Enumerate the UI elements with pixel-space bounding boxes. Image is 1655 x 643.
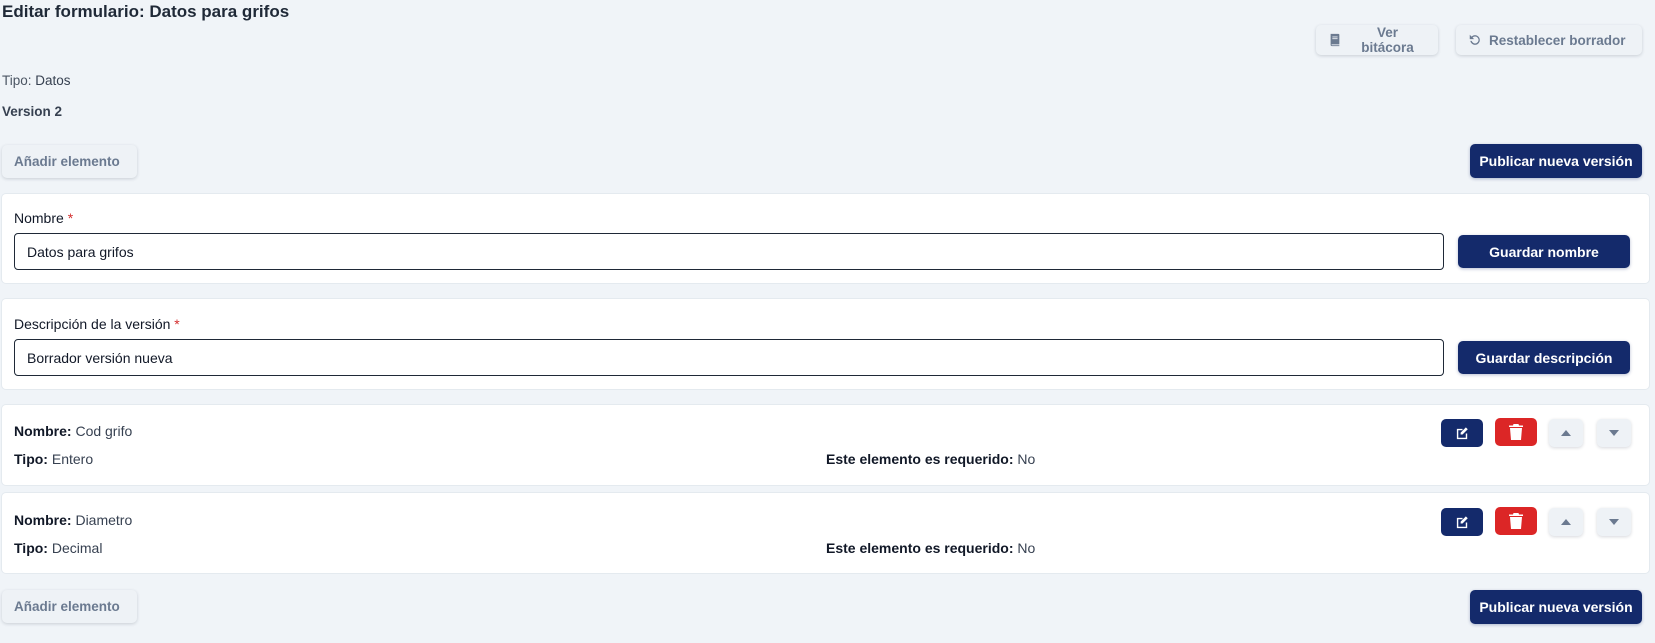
delete-element-button[interactable] bbox=[1495, 418, 1537, 446]
add-element-label: Añadir elemento bbox=[14, 154, 120, 169]
edit-element-button[interactable] bbox=[1441, 508, 1483, 536]
name-field-label: Nombre * bbox=[14, 210, 73, 226]
reset-draft-button[interactable]: Restablecer borrador bbox=[1456, 25, 1642, 55]
trash-icon bbox=[1509, 424, 1523, 440]
required-mark: * bbox=[67, 210, 74, 226]
element-name-label: Nombre: bbox=[14, 512, 72, 528]
name-card: Nombre * Guardar nombre bbox=[2, 194, 1649, 283]
element-required-value: No bbox=[1017, 451, 1036, 467]
edit-icon bbox=[1456, 426, 1468, 439]
page-title: Editar formulario: Datos para grifos bbox=[2, 2, 290, 21]
description-label-text: Descripción de la versión bbox=[14, 316, 171, 332]
caret-up-icon bbox=[1561, 519, 1571, 525]
add-element-button-bottom[interactable]: Añadir elemento bbox=[2, 590, 137, 623]
undo-icon bbox=[1469, 34, 1480, 45]
required-mark: * bbox=[174, 316, 180, 332]
form-type-label: Tipo: bbox=[2, 73, 32, 88]
move-down-button[interactable] bbox=[1597, 419, 1631, 447]
view-log-button[interactable]: Ver bitácora bbox=[1316, 25, 1438, 55]
move-down-button[interactable] bbox=[1597, 508, 1631, 536]
caret-down-icon bbox=[1609, 519, 1619, 525]
element-name: Nombre: Cod grifo bbox=[14, 423, 132, 439]
element-required-label: Este elemento es requerido: bbox=[826, 540, 1014, 556]
element-type-label: Tipo: bbox=[14, 451, 48, 467]
form-element-card: Nombre: Cod grifo Tipo: Entero Este elem… bbox=[2, 405, 1649, 485]
trash-icon bbox=[1509, 513, 1523, 529]
reset-draft-label: Restablecer borrador bbox=[1489, 32, 1626, 48]
description-input[interactable] bbox=[14, 339, 1444, 376]
caret-down-icon bbox=[1609, 430, 1619, 436]
element-required-label: Este elemento es requerido: bbox=[826, 451, 1014, 467]
element-type: Tipo: Entero bbox=[14, 451, 93, 467]
element-required: Este elemento es requerido: No bbox=[826, 451, 1035, 467]
description-field-label: Descripción de la versión * bbox=[14, 316, 180, 332]
caret-up-icon bbox=[1561, 430, 1571, 436]
book-icon bbox=[1330, 33, 1340, 47]
add-element-button-top[interactable]: Añadir elemento bbox=[2, 145, 137, 178]
description-card: Descripción de la versión * Guardar desc… bbox=[2, 299, 1649, 389]
element-required: Este elemento es requerido: No bbox=[826, 540, 1035, 556]
element-type-value: Decimal bbox=[51, 540, 103, 556]
element-name-value: Cod grifo bbox=[75, 423, 133, 439]
save-description-button[interactable]: Guardar descripción bbox=[1458, 341, 1630, 374]
element-type-label: Tipo: bbox=[14, 540, 48, 556]
delete-element-button[interactable] bbox=[1495, 507, 1537, 535]
name-label-text: Nombre bbox=[14, 210, 64, 226]
element-name-label: Nombre: bbox=[14, 423, 72, 439]
publish-version-button-bottom[interactable]: Publicar nueva versión bbox=[1470, 590, 1642, 624]
element-required-value: No bbox=[1017, 540, 1036, 556]
form-element-card: Nombre: Diametro Tipo: Decimal Este elem… bbox=[2, 493, 1649, 573]
form-type-value: Datos bbox=[35, 73, 71, 88]
form-version: Version 2 bbox=[2, 104, 63, 119]
edit-element-button[interactable] bbox=[1441, 419, 1483, 447]
publish-version-button-top[interactable]: Publicar nueva versión bbox=[1470, 144, 1642, 178]
view-log-label: Ver bitácora bbox=[1361, 25, 1414, 55]
name-input[interactable] bbox=[14, 233, 1444, 270]
edit-icon bbox=[1456, 515, 1468, 528]
form-type: Tipo: Datos bbox=[2, 73, 71, 88]
move-up-button[interactable] bbox=[1549, 508, 1583, 536]
element-type: Tipo: Decimal bbox=[14, 540, 102, 556]
add-element-label: Añadir elemento bbox=[14, 599, 120, 614]
element-type-value: Entero bbox=[51, 451, 94, 467]
element-name-value: Diametro bbox=[75, 512, 133, 528]
save-name-button[interactable]: Guardar nombre bbox=[1458, 235, 1630, 268]
move-up-button[interactable] bbox=[1549, 419, 1583, 447]
element-name: Nombre: Diametro bbox=[14, 512, 132, 528]
